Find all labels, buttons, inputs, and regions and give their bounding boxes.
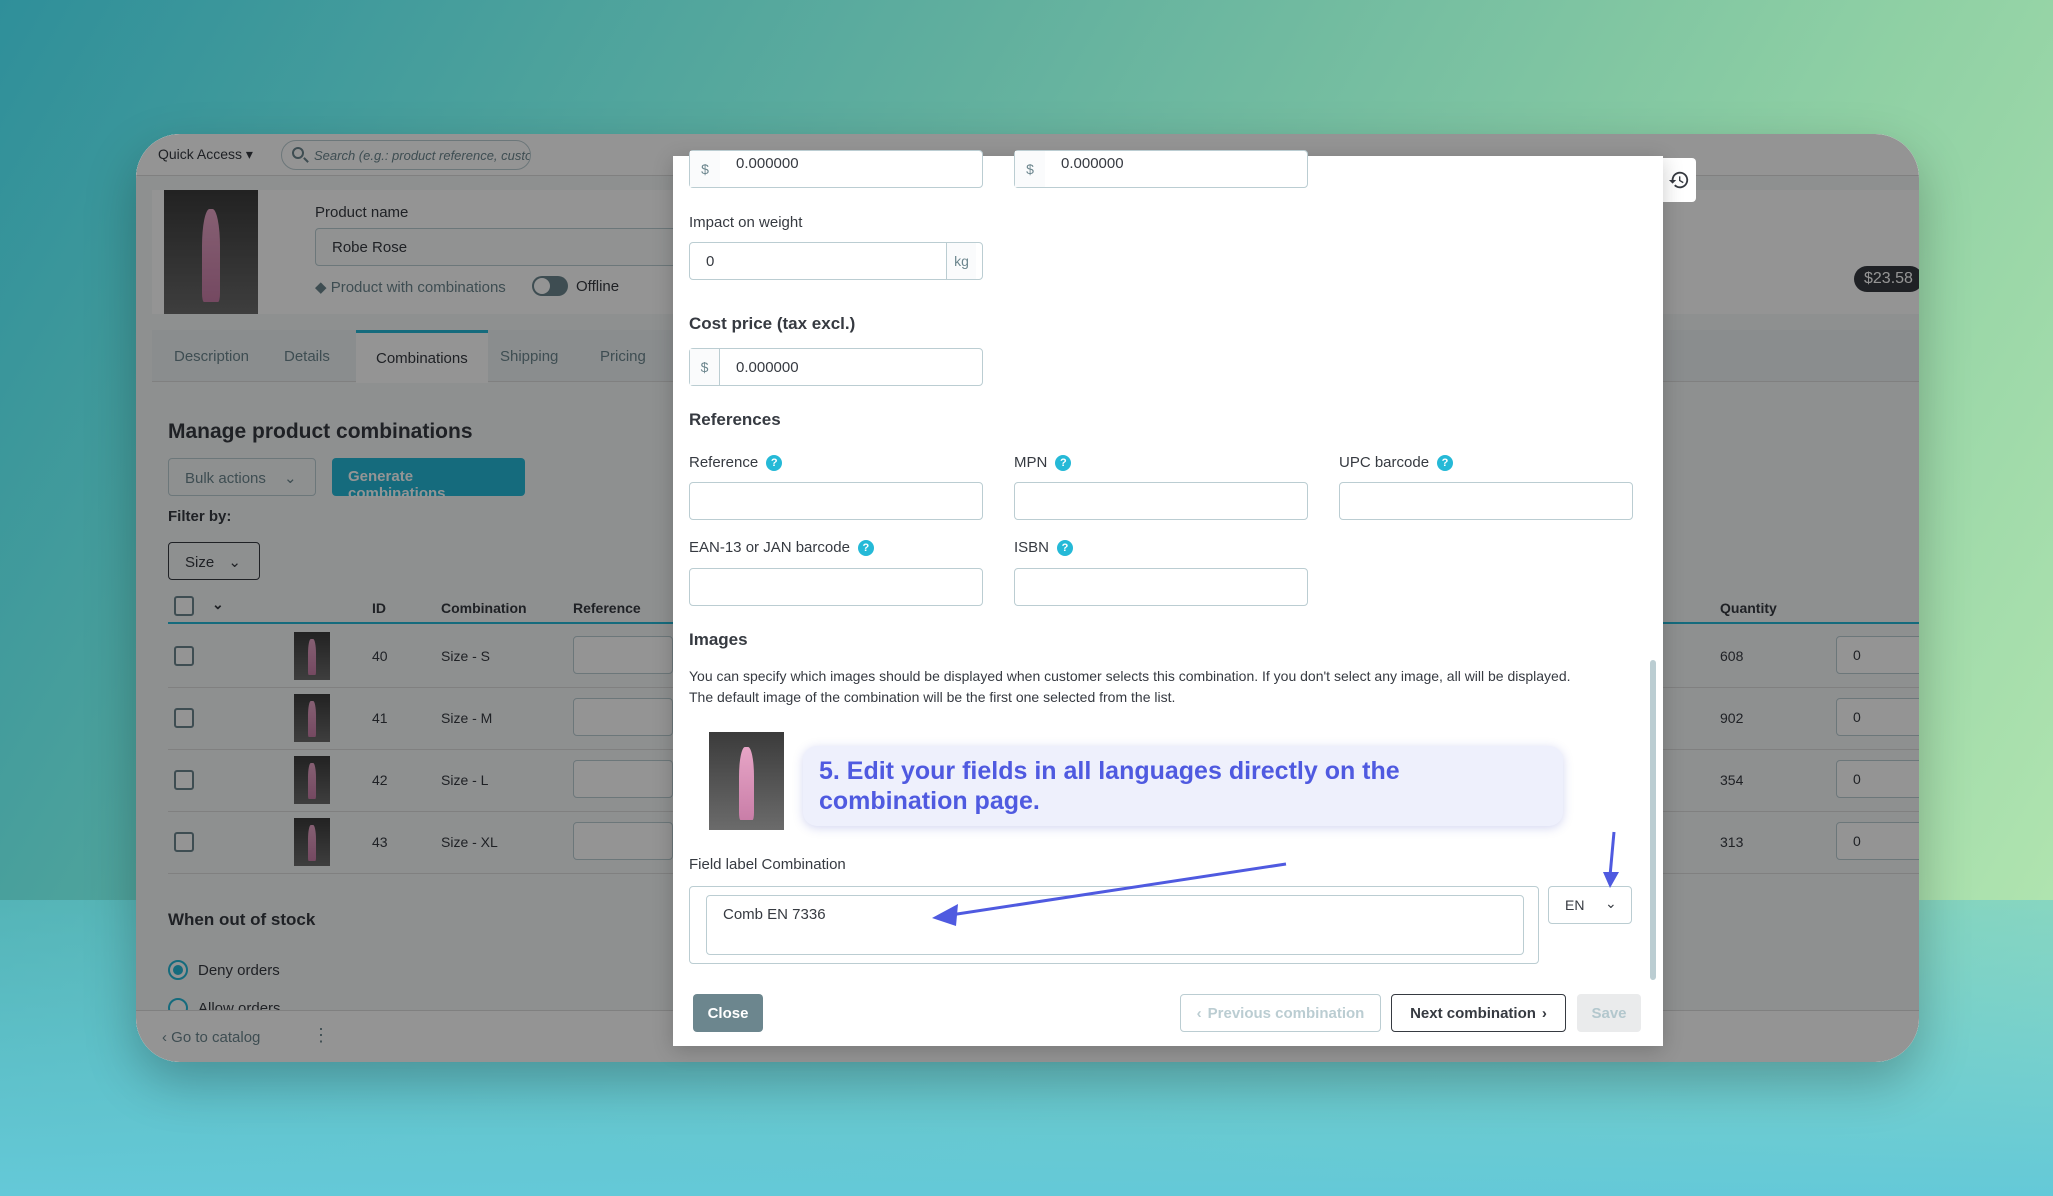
arrow-head-language	[1603, 872, 1619, 888]
tutorial-arrows	[932, 831, 1619, 926]
arrow-to-field	[943, 862, 1287, 918]
arrow-head-field	[932, 904, 958, 926]
arrow-to-language	[1608, 831, 1616, 877]
